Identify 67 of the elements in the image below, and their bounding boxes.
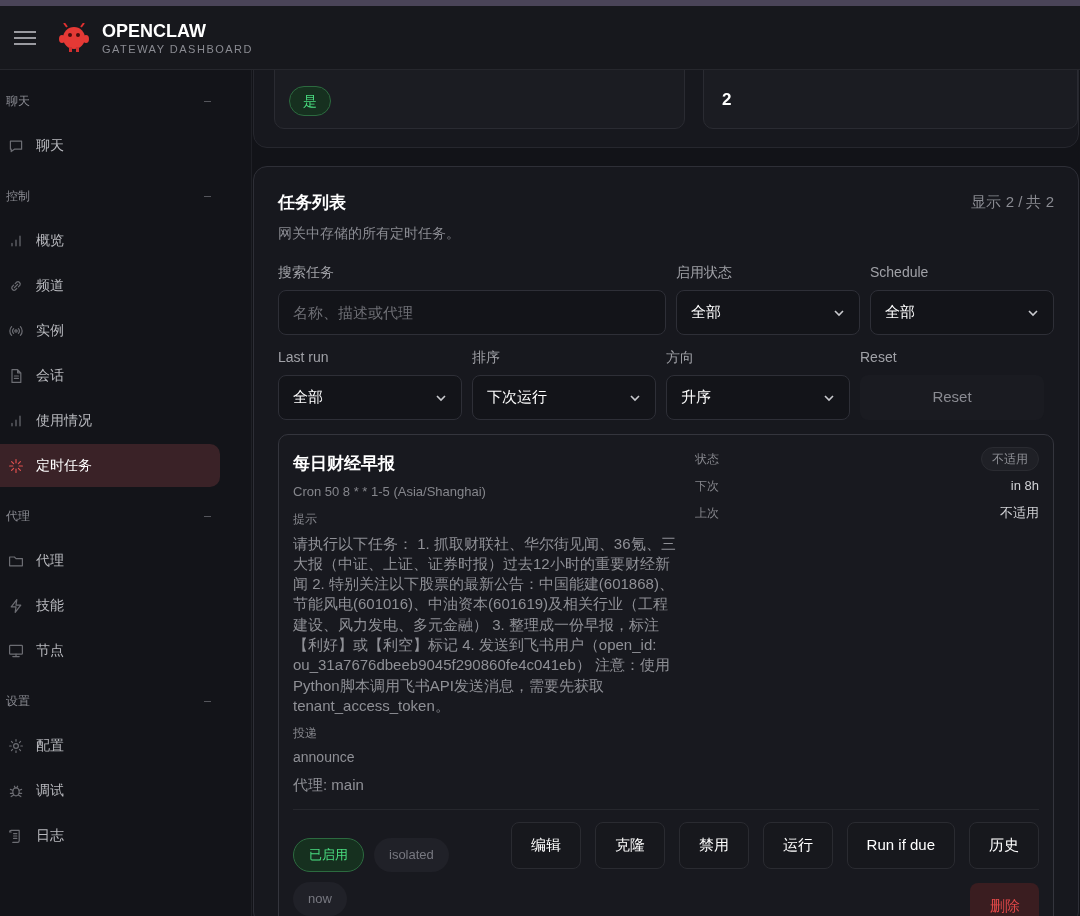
brand-subtitle: GATEWAY DASHBOARD — [102, 41, 253, 56]
nav-item[interactable]: 聊天 — [0, 124, 220, 167]
dropdown[interactable]: 全部 — [870, 290, 1054, 335]
nav-item[interactable]: 定时任务 — [0, 444, 220, 487]
status-badge: 是 — [289, 86, 331, 116]
nav-item[interactable]: 调试 — [0, 769, 220, 812]
tag: 已启用 — [293, 837, 364, 872]
job-agent: 代理: main — [293, 775, 365, 796]
nav-item[interactable]: 日志 — [0, 814, 220, 857]
job-prompt: 请执行以下任务： 1. 抓取财联社、华尔街见闻、36氪、三大报（中证、上证、证券时报）过去12小时的重要财经新闻 2. 特别关注以下股票的最新公告：中国能建(601868)、节能风电(601016)、中油资本(601619)及相关行业（工程建设、风力发电、多元金融） 3. 整理成一份早报，标注【利好】或【利空】标记 4. 发送到飞书用户（open_id: ou_31a7676dbeeb9045f290860fe4c041eb） 注意：使用Python脚本调用飞书API发送消息，需要先获取tenant_access_token。 — [293, 533, 677, 716]
document-icon — [8, 367, 24, 384]
group-label: 代理 — [6, 508, 30, 525]
field-label: 提示 — [293, 510, 318, 528]
dropdown[interactable]: 下次运行 — [472, 375, 656, 420]
group-label: 控制 — [6, 188, 30, 205]
field-label: 排序 — [472, 348, 501, 367]
lightning-icon — [8, 597, 24, 614]
field-label: Schedule — [870, 263, 930, 282]
job-title: 每日财经早报 — [293, 453, 396, 475]
nav-item[interactable]: 代理 — [0, 539, 220, 582]
tag: now — [293, 881, 347, 916]
action-button[interactable]: 编辑 — [510, 821, 581, 869]
nav-item[interactable]: 节点 — [0, 629, 220, 672]
dropdown[interactable]: 全部 — [676, 290, 860, 335]
action-button[interactable]: Run if due — [846, 821, 955, 869]
nav-item[interactable]: 实例 — [0, 309, 220, 352]
status-badge: 不适用 — [981, 446, 1039, 471]
dropdown[interactable]: 全部 — [278, 375, 462, 420]
field-label: 搜索任务 — [278, 263, 335, 282]
meta-label: 上次 — [695, 504, 719, 522]
action-button[interactable]: 克隆 — [594, 821, 665, 869]
stat-value: 2 — [721, 88, 732, 111]
dropdown[interactable]: 升序 — [666, 375, 850, 420]
group-label: 设置 — [6, 693, 30, 710]
action-button[interactable]: 禁用 — [678, 821, 749, 869]
search-field[interactable]: 名称、描述或代理 — [278, 290, 666, 335]
action-button[interactable]: 历史 — [969, 821, 1039, 869]
nav-item[interactable]: 概览 — [0, 219, 220, 262]
job-schedule: Cron 50 8 * * 1-5 (Asia/Shanghai) — [293, 483, 487, 501]
delete-button[interactable]: 删除 — [970, 882, 1039, 916]
meta-label: 状态 — [695, 450, 719, 468]
menu-button[interactable] — [14, 28, 36, 47]
panel-title: 任务列表 — [278, 192, 347, 214]
field-label: Last run — [278, 348, 330, 367]
nav-item[interactable]: 配置 — [0, 724, 220, 767]
tag: isolated — [374, 837, 449, 872]
meta-value: 不适用 — [1000, 503, 1039, 522]
nav-item[interactable]: 使用情况 — [0, 399, 220, 442]
field-label: 方向 — [666, 348, 695, 367]
settings-icon — [8, 737, 24, 754]
field-label: 投递 — [293, 725, 318, 743]
nav-item[interactable]: 技能 — [0, 584, 220, 627]
action-button[interactable]: 运行 — [762, 821, 833, 869]
monitor-icon — [8, 642, 24, 659]
job-delivery: announce — [293, 748, 356, 768]
nav-item[interactable]: 会话 — [0, 354, 220, 397]
field-label: 启用状态 — [676, 263, 733, 282]
mascot-logo — [58, 22, 90, 53]
nav-item[interactable]: 频道 — [0, 264, 220, 307]
sparkle-icon — [8, 457, 24, 474]
meta-label: 下次 — [695, 477, 719, 495]
result-count: 显示 2 / 共 2 — [971, 192, 1054, 212]
group-label: 聊天 — [6, 93, 30, 110]
meta-value: in 8h — [1010, 476, 1039, 495]
field-label: Reset — [860, 348, 898, 367]
brand-name: OPENCLAW — [102, 19, 207, 42]
panel-subtitle: 网关中存储的所有定时任务。 — [278, 224, 460, 243]
